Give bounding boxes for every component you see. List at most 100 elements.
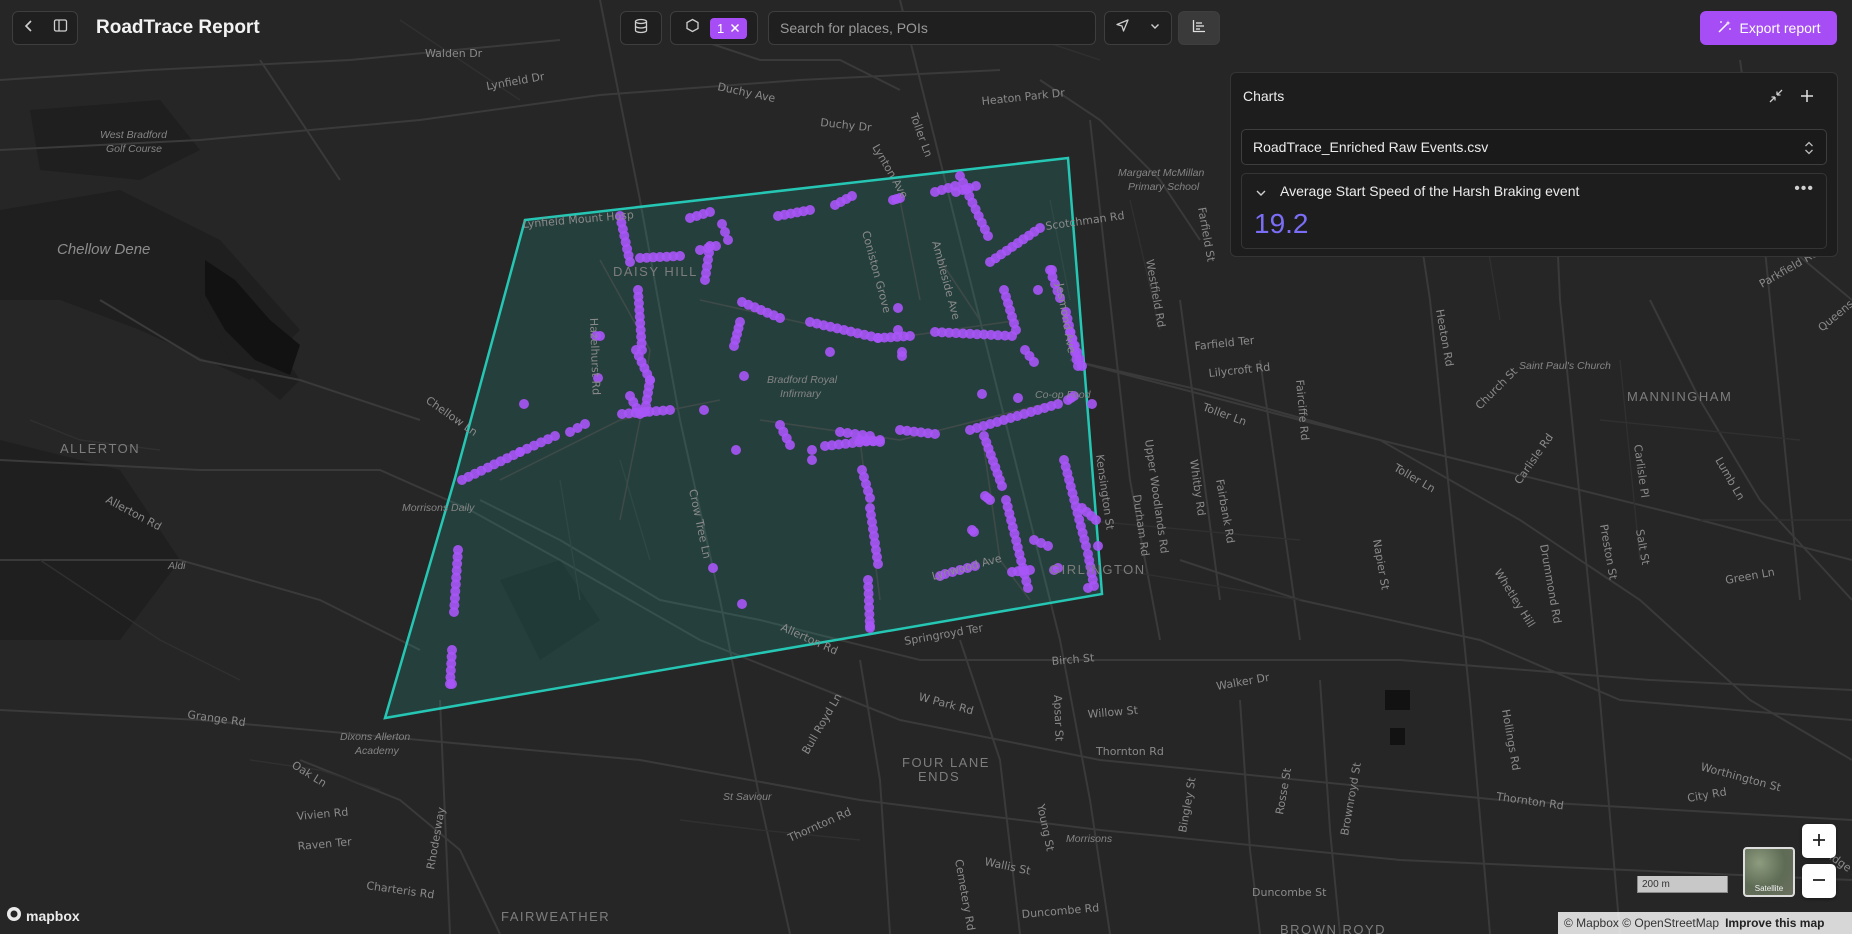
braking-event-dot[interactable] xyxy=(1073,361,1083,371)
chevron-down-icon[interactable] xyxy=(1149,19,1161,37)
braking-event-dot[interactable] xyxy=(731,445,741,455)
braking-event-dot[interactable] xyxy=(1083,583,1093,593)
braking-event-dot[interactable] xyxy=(985,495,995,505)
braking-event-dot[interactable] xyxy=(1077,503,1087,513)
braking-event-dot[interactable] xyxy=(550,431,560,441)
braking-event-dot[interactable] xyxy=(700,275,710,285)
braking-event-dot[interactable] xyxy=(1093,541,1103,551)
zoom-in-button[interactable] xyxy=(1802,824,1836,858)
label-golf-course: Golf Course xyxy=(106,143,162,155)
dataset-select-value: RoadTrace_Enriched Raw Events.csv xyxy=(1253,139,1489,155)
label-primary-school: Primary School xyxy=(1128,181,1200,193)
braking-event-dot[interactable] xyxy=(897,351,907,361)
label-hazelhurst-rd: Hazelhurst Rd xyxy=(587,318,603,396)
braking-event-dot[interactable] xyxy=(1029,357,1039,367)
label-aldi: Aldi xyxy=(167,560,186,572)
braking-event-dot[interactable] xyxy=(1035,223,1045,233)
braking-event-dot[interactable] xyxy=(665,405,675,415)
label-manningham: MANNINGHAM xyxy=(1627,389,1732,404)
braking-event-dot[interactable] xyxy=(775,313,785,323)
braking-event-dot[interactable] xyxy=(1023,583,1033,593)
hexagon-icon xyxy=(685,18,700,38)
braking-event-dot[interactable] xyxy=(1013,393,1023,403)
mapbox-logo-icon xyxy=(6,906,22,925)
label-duncombe-st: Duncombe St xyxy=(1252,886,1327,899)
label-fairweather: FAIRWEATHER xyxy=(501,909,610,924)
braking-event-dot[interactable] xyxy=(785,440,795,450)
braking-event-dot[interactable] xyxy=(729,341,739,351)
polygon-filter-button[interactable]: 1 xyxy=(670,11,758,45)
chevron-up-down-icon xyxy=(1802,139,1816,157)
braking-event-dot[interactable] xyxy=(1047,265,1057,275)
braking-event-dot[interactable] xyxy=(971,181,981,191)
braking-event-dot[interactable] xyxy=(739,371,749,381)
braking-event-dot[interactable] xyxy=(865,493,875,503)
label-chellow-dene: Chellow Dene xyxy=(57,241,150,258)
braking-event-dot[interactable] xyxy=(807,455,817,465)
braking-event-dot[interactable] xyxy=(449,607,459,617)
braking-event-dot[interactable] xyxy=(930,429,940,439)
collapse-panel-icon[interactable] xyxy=(1767,87,1785,105)
braking-event-dot[interactable] xyxy=(447,679,457,689)
braking-event-dot[interactable] xyxy=(983,231,993,241)
braking-event-dot[interactable] xyxy=(717,219,727,229)
map-scale-bar: 200 m xyxy=(1637,876,1728,893)
attribution-text[interactable]: © Mapbox © OpenStreetMap xyxy=(1564,916,1719,930)
clear-polygon-icon[interactable] xyxy=(730,21,740,36)
braking-event-dot[interactable] xyxy=(847,191,857,201)
metric-value: 19.2 xyxy=(1254,208,1309,239)
braking-event-dot[interactable] xyxy=(519,399,529,409)
braking-event-dot[interactable] xyxy=(865,431,875,441)
label-coop-food: Co-op Food xyxy=(1035,389,1092,401)
braking-event-dot[interactable] xyxy=(625,391,635,401)
braking-event-dot[interactable] xyxy=(825,347,835,357)
braking-event-dot[interactable] xyxy=(865,621,875,631)
zoom-out-button[interactable] xyxy=(1802,864,1836,898)
cursor-arrow-icon[interactable] xyxy=(1115,18,1130,38)
sidebar-toggle-icon[interactable] xyxy=(53,18,68,38)
more-options-icon[interactable]: ••• xyxy=(1794,180,1814,198)
add-chart-icon[interactable] xyxy=(1797,86,1817,106)
satellite-toggle[interactable]: Satellite xyxy=(1743,847,1795,897)
braking-event-dot[interactable] xyxy=(705,207,715,217)
mapbox-logo-text: mapbox xyxy=(26,907,80,924)
map-attribution: © Mapbox © OpenStreetMap Improve this ma… xyxy=(1558,912,1852,934)
search-input[interactable] xyxy=(768,11,1096,45)
braking-event-dot[interactable] xyxy=(1043,541,1053,551)
satellite-label: Satellite xyxy=(1754,884,1784,893)
braking-event-dot[interactable] xyxy=(893,303,903,313)
braking-event-dot[interactable] xyxy=(708,563,718,573)
label-morrisons: Morrisons xyxy=(1066,833,1113,845)
braking-event-dot[interactable] xyxy=(977,389,987,399)
braking-event-dot[interactable] xyxy=(1033,285,1043,295)
improve-map-link[interactable]: Improve this map xyxy=(1725,916,1824,930)
braking-event-dot[interactable] xyxy=(873,559,883,569)
label-academy: Academy xyxy=(354,745,400,757)
label-infirmary: Infirmary xyxy=(780,388,822,400)
braking-event-dot[interactable] xyxy=(1025,565,1035,575)
datasets-button[interactable] xyxy=(620,11,662,45)
export-report-button[interactable]: Export report xyxy=(1700,11,1837,45)
braking-event-dot[interactable] xyxy=(875,437,885,447)
braking-event-dot[interactable] xyxy=(997,481,1007,491)
braking-event-dot[interactable] xyxy=(893,325,903,335)
braking-event-dot[interactable] xyxy=(675,251,685,261)
braking-event-dot[interactable] xyxy=(969,527,979,537)
braking-event-dot[interactable] xyxy=(807,445,817,455)
label-daisy-hill: DAISY HILL xyxy=(613,264,698,279)
back-icon[interactable] xyxy=(22,19,36,38)
braking-event-dot[interactable] xyxy=(699,405,709,415)
braking-event-dot[interactable] xyxy=(737,599,747,609)
braking-event-dot[interactable] xyxy=(905,331,915,341)
app-root: Walden Dr Lynfield Dr Duchy Ave Duchy Dr… xyxy=(0,0,1852,934)
polygon-count: 1 xyxy=(717,20,725,36)
charts-toggle-button[interactable] xyxy=(1178,11,1220,45)
braking-event-dot[interactable] xyxy=(1011,325,1021,335)
mapbox-logo[interactable]: mapbox xyxy=(6,906,80,925)
dataset-select[interactable]: RoadTrace_Enriched Raw Events.csv xyxy=(1241,129,1827,165)
chevron-down-icon[interactable] xyxy=(1254,186,1268,200)
braking-event-dot[interactable] xyxy=(580,419,590,429)
label-bradford-royal: Bradford Royal xyxy=(767,374,838,386)
braking-event-dot[interactable] xyxy=(805,205,815,215)
polygon-count-badge[interactable]: 1 xyxy=(710,17,748,39)
